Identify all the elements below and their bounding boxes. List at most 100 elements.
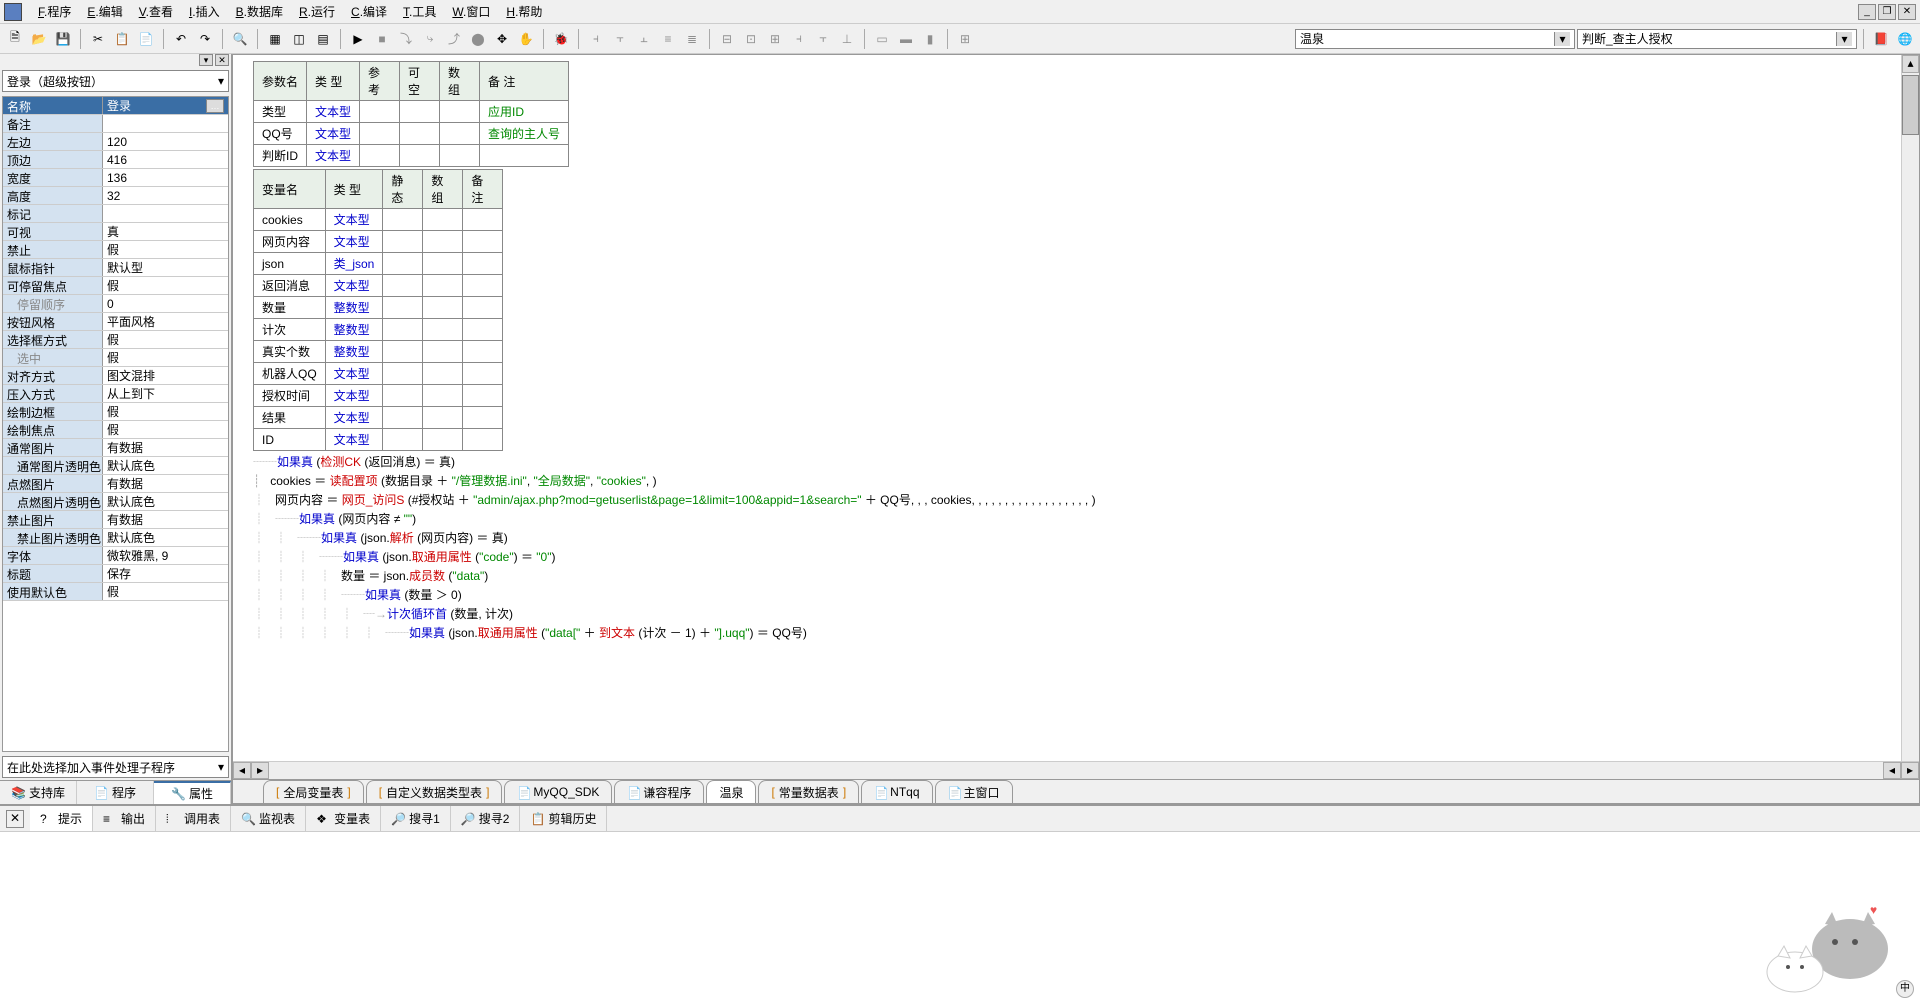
- tab-properties[interactable]: 🔧属性: [154, 781, 231, 804]
- align8-icon[interactable]: ⊞: [764, 28, 786, 50]
- vertical-scrollbar[interactable]: ▴: [1901, 55, 1919, 761]
- menu-V.查看[interactable]: V.查看: [131, 1, 181, 22]
- minimize-button[interactable]: _: [1858, 4, 1876, 20]
- prop-row-左边[interactable]: 左边120: [3, 133, 228, 151]
- stop-icon[interactable]: ■: [371, 28, 393, 50]
- layout3-icon[interactable]: ▤: [312, 28, 334, 50]
- undo-icon[interactable]: ↶: [170, 28, 192, 50]
- prop-row-绘制边框[interactable]: 绘制边框假: [3, 403, 228, 421]
- code-line[interactable]: ┊ ┊ ┊ ┊ ┈┈如果真 (数量 ＞ 0): [253, 586, 1899, 605]
- prop-row-绘制焦点[interactable]: 绘制焦点假: [3, 421, 228, 439]
- prop-row-名称[interactable]: 名称登录…: [3, 97, 228, 115]
- step-into-icon[interactable]: ⤷: [419, 28, 441, 50]
- prop-row-对齐方式[interactable]: 对齐方式图文混排: [3, 367, 228, 385]
- prop-row-禁止[interactable]: 禁止假: [3, 241, 228, 259]
- tab-温泉[interactable]: 温泉: [706, 780, 756, 803]
- prop-row-点燃图片透明色[interactable]: 点燃图片透明色默认底色: [3, 493, 228, 511]
- menu-W.窗口[interactable]: W.窗口: [444, 1, 498, 22]
- menu-I.插入[interactable]: I.插入: [181, 1, 228, 22]
- tab-自定义数据类型表[interactable]: [自定义数据类型表]: [366, 780, 503, 803]
- hand-icon[interactable]: ✋: [515, 28, 537, 50]
- prop-row-停留顺序[interactable]: 停留顺序0: [3, 295, 228, 313]
- align13-icon[interactable]: ▬: [895, 28, 917, 50]
- align1-icon[interactable]: ⫞: [585, 28, 607, 50]
- code-line[interactable]: ┊ 网页内容 ＝ 网页_访问S (#授权站 ＋ "admin/ajax.php?…: [253, 491, 1899, 510]
- code-line[interactable]: ┊ cookies ＝ 读配置项 (数据目录 ＋ "/管理数据.ini", "全…: [253, 472, 1899, 491]
- align4-icon[interactable]: ≡: [657, 28, 679, 50]
- property-grid[interactable]: 名称登录…备注左边120顶边416宽度136高度32标记可视真禁止假鼠标指针默认…: [2, 96, 229, 752]
- variable-table[interactable]: 变量名类 型静态数组备 注cookies文本型网页内容文本型json类_json…: [253, 169, 503, 451]
- prop-row-字体[interactable]: 字体微软雅黑, 9: [3, 547, 228, 565]
- help-icon[interactable]: 📕: [1870, 28, 1892, 50]
- prop-row-按钮风格[interactable]: 按钮风格平面风格: [3, 313, 228, 331]
- event-selector[interactable]: 在此处选择加入事件处理子程序▾: [2, 756, 229, 778]
- code-line[interactable]: ┊ ┈┈如果真 (网页内容 ≠ ""): [253, 510, 1899, 529]
- code-line[interactable]: ┊ ┊ ┈┈如果真 (json.解析 (网页内容) ＝ 真): [253, 529, 1899, 548]
- save-icon[interactable]: 💾: [52, 28, 74, 50]
- tab-全局变量表[interactable]: [全局变量表]: [263, 780, 364, 803]
- prop-row-可停留焦点[interactable]: 可停留焦点假: [3, 277, 228, 295]
- bottom-tab-搜寻1[interactable]: 🔎搜寻1: [381, 806, 451, 831]
- align5-icon[interactable]: ≣: [681, 28, 703, 50]
- menu-B.数据库[interactable]: B.数据库: [228, 1, 291, 22]
- align11-icon[interactable]: ⊥: [836, 28, 858, 50]
- tab-program[interactable]: 📄程序: [77, 781, 154, 804]
- align2-icon[interactable]: ⫟: [609, 28, 631, 50]
- align6-icon[interactable]: ⊟: [716, 28, 738, 50]
- cut-icon[interactable]: ✂: [87, 28, 109, 50]
- prop-row-选中[interactable]: 选中假: [3, 349, 228, 367]
- step-over-icon[interactable]: ⤵: [395, 28, 417, 50]
- ime-badge[interactable]: 中: [1896, 980, 1914, 998]
- module-combo[interactable]: 温泉▾: [1295, 29, 1575, 49]
- prop-row-压入方式[interactable]: 压入方式从上到下: [3, 385, 228, 403]
- debug-icon[interactable]: 🐞: [550, 28, 572, 50]
- bottom-tab-监视表[interactable]: 🔍监视表: [231, 806, 306, 831]
- prop-row-选择框方式[interactable]: 选择框方式假: [3, 331, 228, 349]
- function-combo[interactable]: 判断_查主人授权▾: [1577, 29, 1857, 49]
- tab-MyQQ_SDK[interactable]: 📄MyQQ_SDK: [504, 780, 612, 803]
- paste-icon[interactable]: 📄: [135, 28, 157, 50]
- code-line[interactable]: ┊ ┊ ┊ ┈┈如果真 (json.取通用属性 ("code") ＝ "0"): [253, 548, 1899, 567]
- restore-button[interactable]: ❐: [1878, 4, 1896, 20]
- align14-icon[interactable]: ▮: [919, 28, 941, 50]
- code-line[interactable]: ┊ ┊ ┊ ┊ ┊ ┈→计次循环首 (数量, 计次): [253, 605, 1899, 624]
- panel-menu-icon[interactable]: ▾: [199, 54, 213, 66]
- copy-icon[interactable]: 📋: [111, 28, 133, 50]
- prop-row-通常图片透明色[interactable]: 通常图片透明色默认底色: [3, 457, 228, 475]
- web-icon[interactable]: 🌐: [1894, 28, 1916, 50]
- find-icon[interactable]: 🔍: [229, 28, 251, 50]
- tab-NTqq[interactable]: 📄NTqq: [861, 780, 932, 803]
- bottom-tab-提示[interactable]: ?提示: [30, 806, 93, 831]
- prop-row-使用默认色[interactable]: 使用默认色假: [3, 583, 228, 601]
- code-line[interactable]: ┈┈如果真 (检测CK (返回消息) ＝ 真): [253, 453, 1899, 472]
- tab-谦容程序[interactable]: 📄谦容程序: [614, 780, 704, 803]
- horizontal-scrollbar[interactable]: ◂ ▸ ◂ ▸: [233, 761, 1919, 779]
- component-selector[interactable]: 登录（超级按钮）▾: [2, 70, 229, 92]
- prop-row-高度[interactable]: 高度32: [3, 187, 228, 205]
- prop-row-标题[interactable]: 标题保存: [3, 565, 228, 583]
- prop-row-标记[interactable]: 标记: [3, 205, 228, 223]
- layout2-icon[interactable]: ◫: [288, 28, 310, 50]
- parameter-table[interactable]: 参数名类 型参考可空数组备 注类型文本型应用IDQQ号文本型查询的主人号判断ID…: [253, 61, 569, 167]
- run-icon[interactable]: ▶: [347, 28, 369, 50]
- bottom-tab-变量表[interactable]: ❖变量表: [306, 806, 381, 831]
- menu-C.编译[interactable]: C.编译: [343, 1, 395, 22]
- align7-icon[interactable]: ⊡: [740, 28, 762, 50]
- prop-row-备注[interactable]: 备注: [3, 115, 228, 133]
- menu-R.运行[interactable]: R.运行: [291, 1, 343, 22]
- prop-row-通常图片[interactable]: 通常图片有数据: [3, 439, 228, 457]
- tab-主窗口[interactable]: 📄主窗口: [935, 780, 1013, 803]
- bottom-tab-调用表[interactable]: ⦙调用表: [156, 806, 231, 831]
- step-out-icon[interactable]: ⤴: [443, 28, 465, 50]
- code-line[interactable]: ┊ ┊ ┊ ┊ ┊ ┊ ┈┈如果真 (json.取通用属性 ("data[" ＋…: [253, 624, 1899, 643]
- bottom-tab-搜寻2[interactable]: 🔎搜寻2: [451, 806, 521, 831]
- close-button[interactable]: ✕: [1898, 4, 1916, 20]
- menu-E.编辑[interactable]: E.编辑: [79, 1, 130, 22]
- new-file-icon[interactable]: 🗎: [4, 28, 26, 50]
- menu-H.帮助[interactable]: H.帮助: [498, 1, 550, 22]
- bottom-tab-输出[interactable]: ≡输出: [93, 806, 156, 831]
- bottom-tab-剪辑历史[interactable]: 📋剪辑历史: [520, 806, 607, 831]
- prop-row-顶边[interactable]: 顶边416: [3, 151, 228, 169]
- layout1-icon[interactable]: ▦: [264, 28, 286, 50]
- output-content[interactable]: ♥ 中: [0, 832, 1920, 1004]
